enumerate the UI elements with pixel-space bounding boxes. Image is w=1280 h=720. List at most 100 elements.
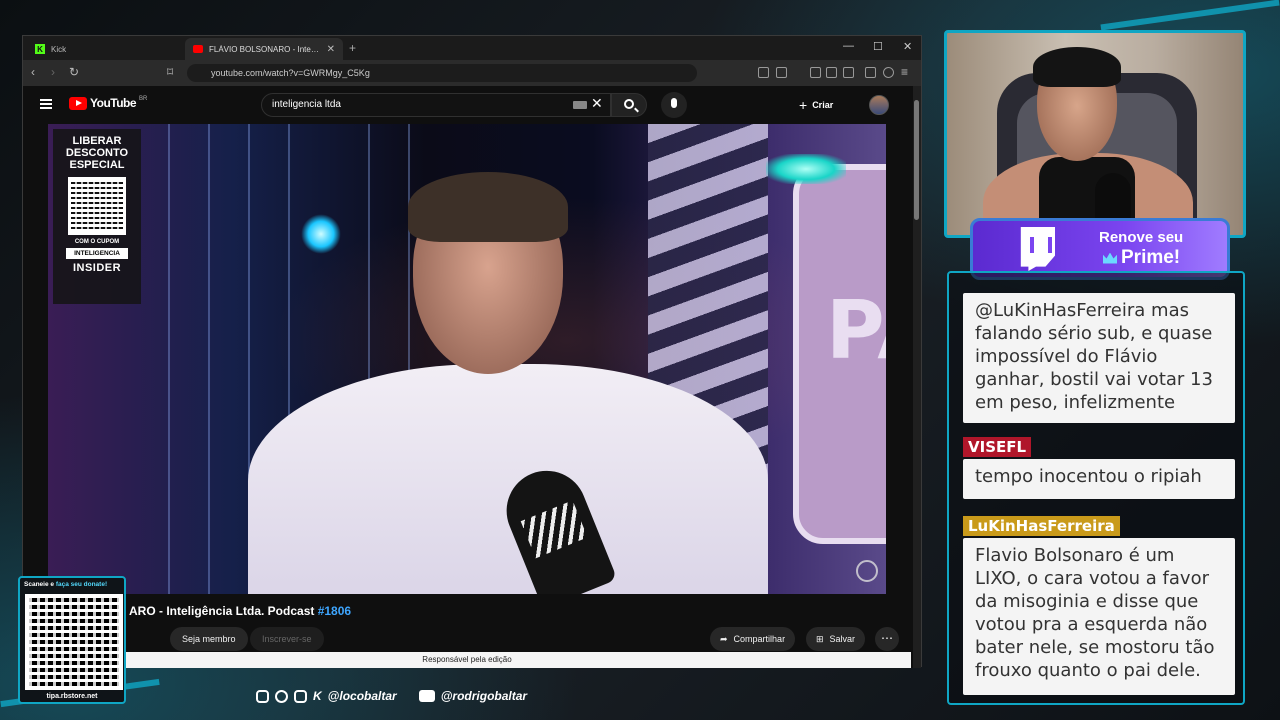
- kick-icon: K: [35, 44, 45, 54]
- chat-panel: @LuKinHasFerreira mas falando sério sub,…: [947, 271, 1245, 705]
- keyboard-icon[interactable]: [573, 101, 587, 109]
- donation-box: Scaneie e faça seu donate! tipa.rbstore.…: [18, 576, 126, 704]
- prime-line-2-wrap: Prime!: [1103, 247, 1180, 269]
- hamburger-menu-icon[interactable]: [40, 99, 52, 109]
- region-code: BR: [139, 96, 148, 102]
- address-bar-row: ‹ › ↻ ⌑ youtube.com/watch?v=GWRMgy_C5Kg …: [23, 60, 921, 86]
- instagram-icon: [256, 689, 269, 703]
- chat-username: VISEFL: [963, 437, 1032, 457]
- twitch-logo-icon: [1020, 227, 1055, 271]
- browser-menu-icon[interactable]: ≡: [901, 65, 908, 79]
- share-button[interactable]: ➦ Compartilhar: [710, 627, 796, 651]
- social-handles: K @locobaltar @rodrigobaltar: [256, 689, 527, 703]
- guest-shirt: [248, 364, 768, 594]
- tiktok-icon: [275, 689, 288, 703]
- subscribe-button[interactable]: Inscrever-se: [250, 627, 324, 651]
- kick-handle: @locobaltar: [327, 689, 397, 703]
- youtube-handle: @rodrigobaltar: [440, 689, 528, 703]
- video-player[interactable]: PA LIBERAR DESCONTO ESPECIAL COM O CUPOM…: [48, 124, 886, 594]
- maximize-icon[interactable]: ☐: [873, 40, 883, 53]
- minimize-icon[interactable]: —: [843, 40, 854, 52]
- donation-label: Scaneie e faça seu donate!: [24, 581, 107, 588]
- twitch-icon: [294, 689, 307, 703]
- promo-title: LIBERAR DESCONTO ESPECIAL: [65, 135, 129, 171]
- video-title-text: ARO - Inteligência Ltda. Podcast: [129, 604, 318, 618]
- voice-search-icon[interactable]: [661, 92, 687, 118]
- chat-message: @LuKinHasFerreira mas falando sério sub,…: [963, 293, 1235, 423]
- promo-brand: INSIDER: [72, 262, 122, 274]
- extension-icon[interactable]: [758, 67, 769, 78]
- plus-icon: +: [799, 97, 808, 113]
- donation-label-highlight: faça seu donate!: [55, 581, 108, 588]
- url-field[interactable]: youtube.com/watch?v=GWRMgy_C5Kg: [187, 64, 697, 82]
- forward-icon[interactable]: ›: [51, 65, 55, 79]
- save-button[interactable]: ⊞ Salvar: [806, 627, 866, 651]
- scrollbar-thumb[interactable]: [914, 100, 919, 220]
- join-button[interactable]: Seja membro: [170, 627, 248, 651]
- youtube-favicon-icon: [193, 45, 203, 53]
- page-scrollbar[interactable]: [913, 86, 921, 668]
- donation-url: tipa.rbstore.net: [46, 693, 98, 700]
- search-icon: [624, 99, 634, 109]
- youtube-logo[interactable]: YouTube BR: [69, 96, 147, 110]
- logo-text: YouTube: [90, 96, 137, 110]
- streamer-hair: [1033, 47, 1121, 87]
- kick-icon: K: [313, 689, 322, 703]
- reload-icon[interactable]: ↻: [69, 65, 79, 79]
- tab-strip: K Kick FLÁVIO BOLSONARO - Inteligência L…: [23, 36, 921, 60]
- video-title: ARO - Inteligência Ltda. Podcast #1806: [129, 604, 351, 618]
- teal-lamp: [766, 154, 846, 184]
- chat-username: LuKinHasFerreira: [963, 516, 1120, 536]
- clear-search-icon[interactable]: ✕: [591, 95, 603, 112]
- chat-message: tempo inocentou o ripiah: [963, 459, 1235, 499]
- avatar[interactable]: [869, 95, 889, 115]
- chat-message: Flavio Bolsonaro é um LIXO, o cara votou…: [963, 538, 1235, 695]
- promo-overlay: LIBERAR DESCONTO ESPECIAL COM O CUPOM IN…: [53, 129, 141, 304]
- youtube-play-icon: [69, 96, 87, 110]
- sign-text: PA: [826, 284, 886, 377]
- browser-window: K Kick FLÁVIO BOLSONARO - Inteligência L…: [22, 35, 922, 668]
- bookmark-save-icon: ⊞: [816, 634, 824, 644]
- blue-lamp: [301, 214, 341, 254]
- channel-watermark-icon[interactable]: [856, 560, 878, 582]
- prime-line-1: Renove seu: [1099, 229, 1184, 246]
- prime-line-2: Prime!: [1121, 247, 1181, 268]
- search-input[interactable]: inteligencia ltda: [261, 93, 611, 117]
- tab-title: FLÁVIO BOLSONARO - Inteligência Ltda. Po…: [209, 44, 319, 54]
- description-credit: Responsável pela edição: [23, 652, 911, 668]
- curtain-light: [208, 124, 210, 594]
- create-label: Criar: [812, 100, 834, 110]
- new-tab-icon[interactable]: +: [349, 41, 356, 55]
- curtain-light: [168, 124, 170, 594]
- bookmark-icon[interactable]: ⌑: [167, 65, 173, 79]
- promo-qr-code: [68, 177, 126, 235]
- extension-icon[interactable]: [810, 67, 821, 78]
- extension-icon[interactable]: [826, 67, 837, 78]
- crown-icon: [1103, 252, 1117, 264]
- youtube-icon: [418, 690, 435, 702]
- video-hashtag[interactable]: #1806: [318, 604, 351, 618]
- share-icon: ➦: [720, 634, 728, 644]
- window-close-icon[interactable]: ✕: [903, 40, 912, 53]
- tab-title: Kick: [51, 44, 67, 54]
- qr-pattern: [29, 598, 119, 686]
- close-tab-icon[interactable]: ✕: [327, 44, 335, 55]
- create-button[interactable]: + Criar: [799, 97, 833, 113]
- youtube-header: YouTube BR inteligencia ltda ✕ + Criar: [23, 86, 913, 124]
- extension-icon[interactable]: [843, 67, 854, 78]
- back-icon[interactable]: ‹: [31, 65, 35, 79]
- tab-kick[interactable]: K Kick: [27, 38, 177, 60]
- extension-icon[interactable]: [883, 67, 894, 78]
- promo-coupon-code: INTELIGENCIA: [66, 248, 128, 259]
- donation-label-prefix: Scaneie e: [24, 581, 56, 588]
- share-label: Compartilhar: [733, 634, 786, 644]
- more-actions-icon[interactable]: ⋯: [875, 627, 899, 651]
- youtube-page: YouTube BR inteligencia ltda ✕ + Criar P…: [23, 86, 913, 668]
- promo-coupon-label: COM O CUPOM: [74, 239, 120, 245]
- guest-hair: [408, 172, 568, 242]
- tab-youtube[interactable]: FLÁVIO BOLSONARO - Inteligência Ltda. Po…: [185, 38, 343, 60]
- search-button[interactable]: [611, 93, 647, 117]
- extension-icon[interactable]: [865, 67, 876, 78]
- save-label: Salvar: [829, 634, 856, 644]
- extension-icon[interactable]: [776, 67, 787, 78]
